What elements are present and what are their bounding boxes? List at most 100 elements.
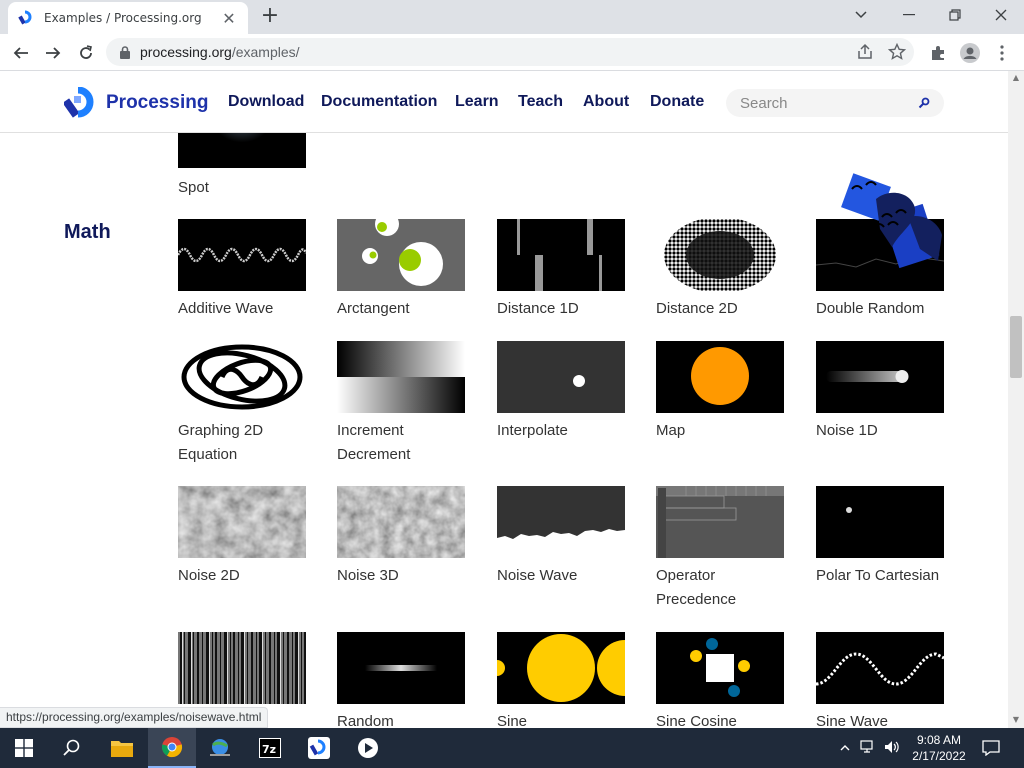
example-card-arctangent[interactable]: Arctangent	[337, 219, 465, 321]
nav-documentation[interactable]: Documentation	[321, 93, 437, 111]
network-icon[interactable]	[860, 739, 876, 757]
example-card-increment-decrement[interactable]: Increment Decrement	[337, 341, 465, 467]
search-icon[interactable]	[918, 97, 930, 109]
thumbnail-sine-wave	[816, 632, 944, 704]
volume-icon[interactable]	[884, 740, 900, 757]
site-search	[726, 89, 944, 117]
taskbar-media-player[interactable]	[344, 728, 392, 768]
example-label: Sine Cosine	[656, 713, 737, 728]
windows-taskbar: 7z 9:08 AM 2/17/2022	[0, 728, 1024, 768]
search-icon	[63, 739, 80, 756]
example-label: Double Random	[816, 300, 925, 317]
example-card-sine-wave[interactable]: Sine Wave	[816, 632, 944, 728]
example-card-sine-cosine[interactable]: Sine Cosine	[656, 632, 784, 728]
example-label: Random	[337, 713, 394, 728]
address-bar[interactable]: processing.org/examples/	[106, 38, 914, 66]
scroll-down-arrow[interactable]: ▼	[1008, 713, 1024, 727]
thumbnail-increment-decrement	[337, 341, 465, 413]
scroll-up-arrow[interactable]: ▲	[1008, 71, 1024, 85]
notification-center-icon[interactable]	[982, 728, 1000, 768]
taskbar-clock[interactable]: 9:08 AM 2/17/2022	[906, 732, 972, 764]
close-window-button[interactable]	[978, 0, 1024, 30]
example-card-noise-1d[interactable]: Noise 1D	[816, 341, 944, 443]
example-card-noise-2d[interactable]: Noise 2D	[178, 486, 306, 588]
thumbnail-polar-to-cartesian	[816, 486, 944, 558]
page-viewport: Processing Download Documentation Learn …	[0, 71, 1008, 728]
example-card-map[interactable]: Map	[656, 341, 784, 443]
taskbar-search-button[interactable]	[48, 728, 96, 768]
processing-mascot-illustration	[841, 173, 942, 269]
clock-date: 2/17/2022	[912, 749, 966, 763]
minimize-button[interactable]	[886, 0, 932, 30]
reload-button[interactable]	[73, 40, 99, 66]
taskbar-chrome[interactable]	[148, 728, 196, 768]
example-label: Additive Wave	[178, 300, 274, 317]
globe-network-icon	[210, 739, 230, 756]
bookmark-star-icon[interactable]	[887, 42, 907, 65]
page-scrollbar[interactable]	[1008, 71, 1024, 728]
example-label: Distance 2D	[656, 300, 738, 317]
nav-donate[interactable]: Donate	[650, 93, 704, 111]
tab-close-icon[interactable]: ✕	[220, 9, 238, 28]
example-card-sine[interactable]: Sine	[497, 632, 625, 728]
example-card-noise-wave[interactable]: Noise Wave	[497, 486, 625, 588]
start-button[interactable]	[0, 728, 48, 768]
url-host: processing.org	[140, 44, 232, 60]
profile-avatar-icon[interactable]	[959, 42, 981, 64]
example-card-random-gaussian[interactable]: Random	[337, 632, 465, 728]
lock-icon	[120, 45, 130, 59]
nav-about[interactable]: About	[583, 93, 629, 111]
share-icon[interactable]	[856, 43, 874, 65]
example-card-graphing-2d-equation[interactable]: Graphing 2D Equation	[178, 341, 306, 467]
example-label: Distance 1D	[497, 300, 579, 317]
tab-search-icon[interactable]	[838, 0, 884, 30]
browser-tab-bar: Examples / Processing.org ✕ +	[0, 0, 1024, 34]
example-card-operator-precedence[interactable]: Operator Precedence	[656, 486, 784, 612]
example-card-additive-wave[interactable]: Additive Wave	[178, 219, 306, 321]
example-card-distance-2d[interactable]: Distance 2D	[656, 219, 784, 321]
new-tab-button[interactable]: +	[258, 5, 282, 29]
search-input[interactable]	[740, 94, 910, 112]
extensions-icon[interactable]	[927, 42, 949, 64]
thumbnail-noise-wave	[497, 486, 625, 558]
nav-teach[interactable]: Teach	[518, 93, 563, 111]
thumbnail-additive-wave	[178, 219, 306, 291]
example-label: Arctangent	[337, 300, 410, 317]
nav-download[interactable]: Download	[228, 93, 304, 111]
site-header: Processing Download Documentation Learn …	[0, 71, 1008, 133]
processing-favicon-icon	[18, 10, 32, 25]
site-logo[interactable]: Processing	[64, 87, 208, 119]
thumbnail-sine-cosine	[656, 632, 784, 704]
example-card-polar-to-cartesian[interactable]: Polar To Cartesian	[816, 486, 944, 588]
scrollbar-thumb[interactable]	[1010, 316, 1022, 378]
taskbar-file-explorer[interactable]	[98, 728, 146, 768]
example-label: Noise 1D	[816, 422, 878, 439]
url-text: processing.org/examples/	[140, 44, 300, 60]
example-card-noise-3d[interactable]: Noise 3D	[337, 486, 465, 588]
thumbnail-noise-3d	[337, 486, 465, 558]
taskbar-7zip[interactable]: 7z	[246, 728, 294, 768]
forward-button[interactable]	[40, 40, 66, 66]
thumbnail-spot	[178, 133, 306, 168]
thumbnail-map	[656, 341, 784, 413]
arrow-right-icon	[46, 47, 61, 59]
svg-text:7z: 7z	[262, 743, 276, 756]
taskbar-processing[interactable]	[295, 728, 343, 768]
example-card-interpolate[interactable]: Interpolate	[497, 341, 625, 443]
browser-menu-icon[interactable]	[991, 42, 1013, 64]
tray-overflow-chevron-icon[interactable]	[840, 741, 850, 755]
taskbar-network-app[interactable]	[196, 728, 244, 768]
browser-tab[interactable]: Examples / Processing.org ✕	[8, 2, 248, 34]
example-card-distance-1d[interactable]: Distance 1D	[497, 219, 625, 321]
windows-logo-icon	[15, 739, 33, 757]
example-label: Polar To Cartesian	[816, 567, 940, 584]
example-label: Noise 3D	[337, 567, 399, 584]
arrow-left-icon	[13, 47, 28, 59]
thumbnail-distance-2d	[656, 219, 784, 291]
restore-button[interactable]	[932, 0, 978, 30]
thumbnail-interpolate	[497, 341, 625, 413]
tab-title: Examples / Processing.org	[44, 11, 202, 25]
back-button[interactable]	[8, 40, 34, 66]
nav-learn[interactable]: Learn	[455, 93, 499, 111]
example-card-spot[interactable]: Spot	[178, 133, 306, 200]
